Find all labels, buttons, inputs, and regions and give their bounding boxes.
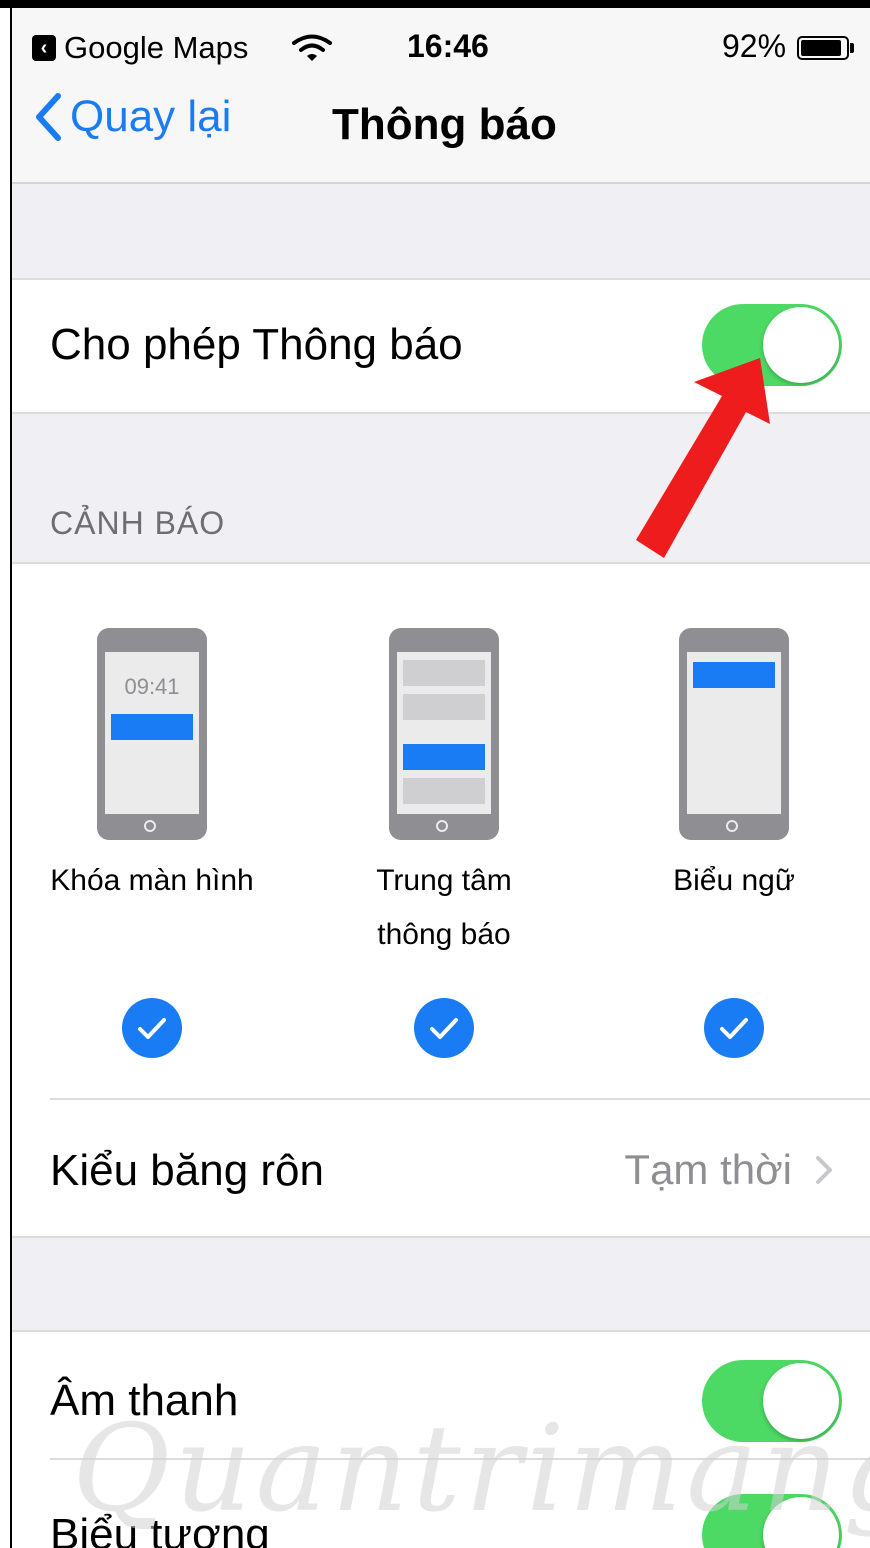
- banners-text: Biểu ngữ: [673, 864, 795, 897]
- allow-notifications-label: Cho phép Thông báo: [50, 320, 463, 369]
- battery-icon: [797, 36, 849, 60]
- divider: [50, 1098, 870, 1100]
- notification-center-text-2: thông báo: [377, 918, 511, 951]
- notification-bar: [693, 662, 775, 688]
- checkmark-icon: [430, 1018, 458, 1039]
- notification-bar: [403, 660, 485, 686]
- checkmark-icon: [138, 1018, 166, 1039]
- back-button-label: Quay lại: [70, 92, 232, 141]
- alert-style-notification-center[interactable]: Trung tâm thông báo: [334, 628, 554, 962]
- battery-percent: 92%: [722, 28, 787, 64]
- notification-bar: [111, 714, 193, 740]
- phone-screen: 09:41: [105, 652, 199, 814]
- alert-style-banners[interactable]: Biểu ngữ: [624, 628, 844, 908]
- wifi-icon: [292, 34, 332, 61]
- banner-style-value: Tạm thời: [624, 1146, 840, 1194]
- sounds-label: Âm thanh: [50, 1376, 239, 1425]
- alert-style-lock-screen[interactable]: 09:41 Khóa màn hình: [42, 628, 262, 908]
- home-button-icon: [436, 820, 448, 832]
- battery-level: [801, 40, 842, 56]
- notification-bar: [403, 694, 485, 720]
- toggle-knob: [763, 1497, 839, 1548]
- notification-bar: [403, 778, 485, 804]
- badges-label: Biểu tượng: [50, 1510, 270, 1548]
- navigation-bar: Quay lại Thông báo: [12, 70, 870, 184]
- badges-toggle[interactable]: [702, 1494, 842, 1548]
- sounds-toggle[interactable]: [702, 1360, 842, 1442]
- phone-screen: [687, 652, 781, 814]
- red-arrow-annotation: [636, 358, 770, 558]
- divider: [50, 1458, 870, 1460]
- phone-frame: ‹ Google Maps 16:46 92% Quay lại Thông b…: [10, 0, 870, 1548]
- home-button-icon: [144, 820, 156, 832]
- page-title: Thông báo: [332, 100, 557, 149]
- sounds-badges-section: Âm thanh Biểu tượng: [12, 1330, 870, 1548]
- back-to-app-label: Google Maps: [64, 30, 249, 65]
- chevron-right-icon: [816, 1156, 832, 1184]
- back-button[interactable]: Quay lại: [34, 92, 231, 142]
- notification-center-label: Trung tâm thông báo: [334, 854, 554, 962]
- banner-style-value-text: Tạm thời: [624, 1146, 792, 1193]
- phone-time: 09:41: [124, 674, 180, 699]
- banners-label: Biểu ngữ: [624, 854, 844, 908]
- phone-banners-icon: [679, 628, 789, 840]
- checkmark-icon: [720, 1018, 748, 1039]
- back-to-app-link[interactable]: ‹ Google Maps: [32, 30, 248, 66]
- lock-screen-text: Khóa màn hình: [50, 864, 254, 897]
- chevron-left-icon: [36, 93, 61, 141]
- top-border: [0, 0, 870, 8]
- phone-screen: [397, 652, 491, 814]
- alerts-section-header: CẢNH BÁO: [50, 505, 226, 541]
- banner-style-label: Kiểu băng rôn: [50, 1146, 324, 1195]
- lock-screen-checkbox[interactable]: [122, 998, 182, 1058]
- notification-center-text-1: Trung tâm: [376, 864, 512, 897]
- phone-notification-center-icon: [389, 628, 499, 840]
- notification-bar-highlighted: [403, 744, 485, 770]
- battery-tip: [850, 43, 854, 53]
- lock-screen-label: Khóa màn hình: [42, 854, 262, 908]
- status-time: 16:46: [407, 28, 489, 64]
- notification-center-checkbox[interactable]: [414, 998, 474, 1058]
- status-bar: ‹ Google Maps 16:46 92%: [12, 8, 870, 70]
- toggle-knob: [763, 1363, 839, 1439]
- back-arrow-icon: ‹: [32, 35, 56, 61]
- home-button-icon: [726, 820, 738, 832]
- phone-lock-screen-icon: 09:41: [97, 628, 207, 840]
- banners-checkbox[interactable]: [704, 998, 764, 1058]
